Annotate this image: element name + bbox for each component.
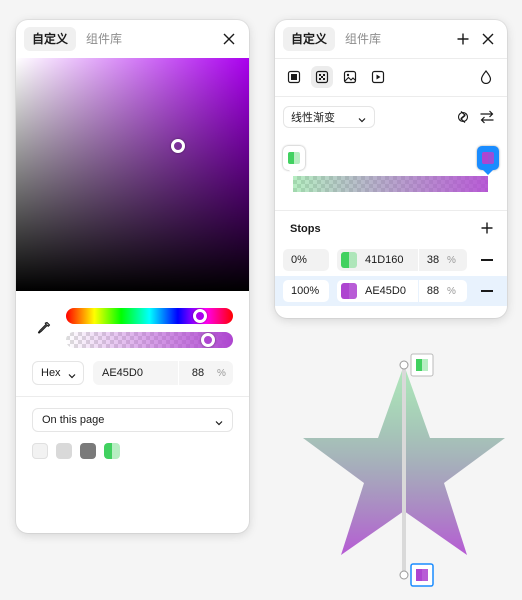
paint-type-group [283,66,389,88]
swatch[interactable] [56,443,72,459]
picker-tabs: 自定义 组件库 [16,20,249,58]
stop-color-group: AE45D0 88 % [337,280,467,302]
hex-input[interactable]: AE45D0 [93,367,178,379]
chevron-down-icon [68,370,76,382]
stop-color-group: 41D160 38 % [337,249,467,271]
divider [275,210,507,211]
image-fill-icon[interactable] [339,66,361,88]
gradient-end-dot[interactable] [399,570,409,580]
color-format-select[interactable]: Hex [32,361,84,385]
opacity-slider[interactable] [66,332,233,348]
library-source-select[interactable]: On this page [32,408,233,432]
percent-label: % [217,367,226,379]
color-picker-panel: 自定义 组件库 Hex AE45D0 88 % On this page [16,20,249,533]
stop-color-swatch[interactable] [341,252,357,268]
gradient-stop-handle-start[interactable] [283,146,305,175]
saturation-value-area[interactable] [16,58,249,291]
stop-hex-input[interactable]: 41D160 [365,254,418,266]
stop-position-input[interactable]: 0% [283,249,329,271]
remove-stop-minus-icon[interactable] [481,290,493,292]
gradient-preview-bar[interactable] [293,176,488,192]
video-fill-icon[interactable] [367,66,389,88]
tab-library[interactable]: 组件库 [337,27,389,51]
opacity-input[interactable]: 88 [179,367,217,379]
hue-slider[interactable] [66,308,233,324]
solid-fill-icon[interactable] [283,66,305,88]
blend-drop-icon[interactable] [476,67,496,87]
color-format-label: Hex [41,367,61,379]
tab-custom[interactable]: 自定义 [283,27,336,51]
close-icon[interactable] [219,29,239,49]
hue-slider-knob[interactable] [192,309,207,323]
opacity-slider-knob[interactable] [200,333,215,347]
stops-title: Stops [290,223,321,235]
divider [275,58,507,59]
gradient-stop-handle-end[interactable] [477,146,499,175]
hex-input-group: AE45D0 88 % [93,361,233,385]
gradient-start-dot[interactable] [399,360,409,370]
stop-row[interactable]: 0% 41D160 38 % [275,245,507,275]
tab-library[interactable]: 组件库 [78,27,130,51]
stop-hex-input[interactable]: AE45D0 [365,285,418,297]
gradient-icon[interactable] [311,66,333,88]
chevron-down-icon [215,417,223,429]
canvas-star-shape[interactable] [295,345,520,595]
percent-label: % [447,285,456,297]
stop-color-chip [482,152,494,164]
divider [275,96,507,97]
stop-position-input[interactable]: 100% [283,280,329,302]
gradient-type-select[interactable]: 线性渐变 [283,106,375,128]
gradient-swatch[interactable] [104,443,120,459]
eyedropper-icon[interactable] [36,320,52,336]
plus-icon[interactable] [453,29,473,49]
remove-stop-minus-icon[interactable] [481,259,493,261]
gradient-preview-fill [293,176,488,192]
fill-tabs: 自定义 组件库 [275,20,507,58]
gradient-type-label: 线性渐变 [291,112,335,124]
stop-opacity-input[interactable]: 88 [419,285,447,297]
close-icon[interactable] [478,29,498,49]
sv-handle[interactable] [171,139,185,153]
swatch[interactable] [32,443,48,459]
stop-color-chip [288,152,300,164]
chevron-down-icon [358,114,366,126]
swatch-list [32,443,120,459]
canvas-stop-handle-end[interactable] [410,563,434,587]
tab-custom[interactable]: 自定义 [24,27,77,51]
swap-stops-icon[interactable] [477,107,497,127]
stop-row-selected[interactable]: 100% AE45D0 88 % [275,276,507,306]
divider [16,396,249,397]
stop-opacity-input[interactable]: 38 [419,254,447,266]
stop-color-swatch[interactable] [341,283,357,299]
fill-panel: 自定义 组件库 线性渐变 Stops 0% 41D160 38 % 100% A… [275,20,507,318]
add-stop-plus-icon[interactable] [477,218,497,238]
library-source-label: On this page [42,414,105,426]
swatch[interactable] [80,443,96,459]
percent-label: % [447,254,456,266]
rotate-gradient-icon[interactable] [453,107,473,127]
canvas-stop-handle-start[interactable] [410,353,434,377]
